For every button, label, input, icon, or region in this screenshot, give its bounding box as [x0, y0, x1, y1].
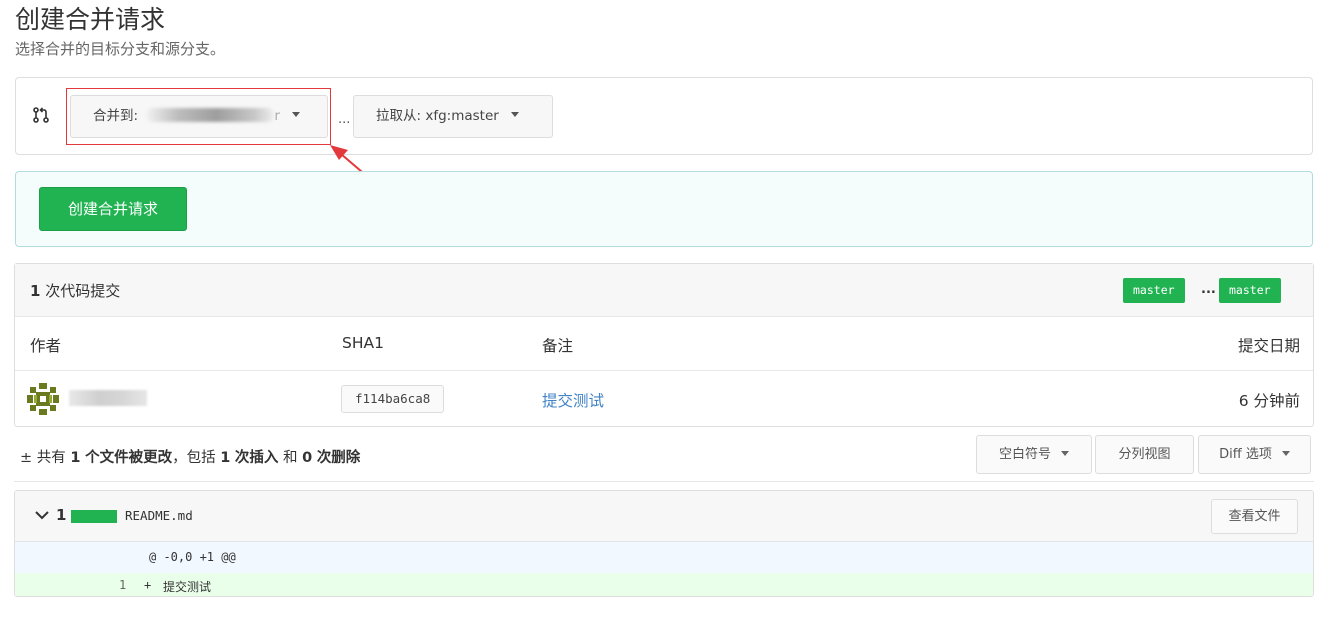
author-avatar[interactable]	[26, 382, 60, 416]
column-date: 提交日期	[1237, 337, 1300, 355]
commit-message-link[interactable]: 提交测试	[542, 389, 604, 411]
branch-selector-panel: 合并到: r ... 拉取从: xfg:master	[15, 77, 1313, 155]
source-branch-dropdown[interactable]: 拉取从: xfg:master	[353, 95, 553, 138]
target-branch-label: 合并到:	[93, 108, 139, 124]
diff-options-dropdown[interactable]: Diff 选项	[1198, 435, 1311, 474]
compare-base-tag: master	[1123, 278, 1185, 303]
column-author: 作者	[30, 337, 62, 355]
page-subtitle: 选择合并的目标分支和源分支。	[15, 40, 226, 58]
split-view-button[interactable]: 分列视图	[1095, 435, 1194, 474]
line-number: 1	[119, 578, 127, 592]
caret-down-icon	[292, 111, 301, 117]
commit-sha-label[interactable]: f114ba6ca8	[341, 385, 445, 413]
compare-separator: ...	[1201, 282, 1216, 297]
commits-header: 1 次代码提交 master ... master	[15, 264, 1313, 317]
chevron-down-icon[interactable]	[35, 510, 49, 520]
file-diff-panel: 1 README.md 查看文件 @ -0,0 +1 @@ 1 + 提交测试	[14, 490, 1314, 597]
redacted-branch-name	[146, 108, 275, 122]
file-change-count: 1	[56, 506, 67, 524]
target-branch-suffix: r	[274, 108, 280, 124]
caret-down-icon	[1281, 451, 1290, 456]
view-file-button[interactable]: 查看文件	[1211, 499, 1298, 534]
diff-line-text: 提交测试	[163, 580, 212, 594]
diff-sign: +	[144, 578, 152, 592]
whitespace-dropdown[interactable]: 空白符号	[976, 435, 1092, 474]
commit-count: 1 次代码提交	[30, 282, 121, 300]
additions-bar	[71, 510, 117, 523]
commits-panel: 1 次代码提交 master ... master 作者 SHA1 备注 提交日…	[14, 263, 1314, 427]
create-merge-request-panel: 创建合并请求	[15, 171, 1313, 247]
diff-stats-summary: ± 共有 1 个文件被更改，包括 1 次插入 和 0 次删除	[20, 450, 361, 466]
section-divider	[14, 481, 1314, 482]
caret-down-icon	[511, 111, 520, 117]
create-merge-request-button[interactable]: 创建合并请求	[39, 187, 187, 231]
file-name: README.md	[125, 508, 193, 523]
target-branch-dropdown[interactable]: 合并到: r	[70, 95, 328, 138]
redacted-author-name	[69, 390, 147, 406]
diff-hunk-header: @ -0,0 +1 @@	[15, 542, 1313, 573]
hunk-header-text: @ -0,0 +1 @@	[149, 550, 236, 564]
source-branch-label: 拉取从: xfg:master	[376, 108, 499, 124]
commit-date: 6 分钟前	[1238, 392, 1300, 410]
page-title: 创建合并请求	[15, 5, 166, 34]
compare-head-tag: master	[1219, 278, 1281, 303]
column-message: 备注	[542, 337, 574, 355]
table-divider	[15, 370, 1313, 371]
diff-added-line: 1 + 提交测试	[15, 573, 1313, 596]
file-diff-header[interactable]: 1 README.md 查看文件	[15, 491, 1313, 542]
git-pull-request-icon	[33, 107, 49, 123]
branch-separator: ...	[338, 112, 351, 127]
column-sha: SHA1	[342, 334, 384, 352]
caret-down-icon	[1061, 451, 1069, 456]
